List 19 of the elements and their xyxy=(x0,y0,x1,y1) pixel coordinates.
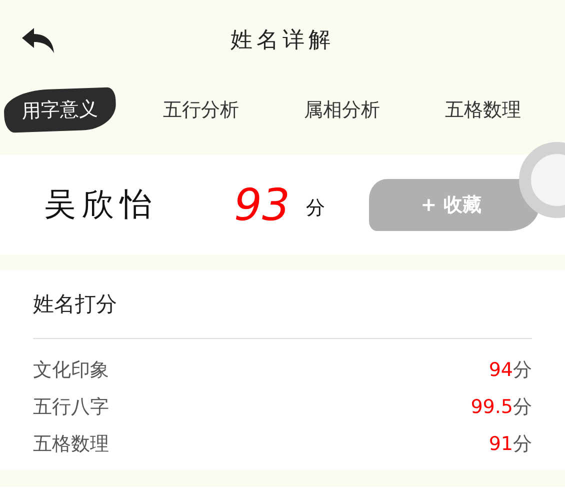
tab[interactable]: 五行分析 xyxy=(145,89,257,131)
score-value: 91 xyxy=(488,432,513,454)
tab[interactable]: 用字意义 xyxy=(3,87,117,133)
score-unit: 分 xyxy=(513,394,532,420)
score-label: 文化印象 xyxy=(33,358,110,382)
name-score: 93 xyxy=(234,180,290,230)
person-name: 吴欣怡 xyxy=(44,184,159,225)
tab[interactable]: 属相分析 xyxy=(286,89,398,131)
page-title: 姓名详解 xyxy=(230,27,334,55)
tab[interactable]: 五格数理 xyxy=(427,89,539,131)
score-value: 94 xyxy=(488,358,513,380)
score-unit: 分 xyxy=(513,358,532,382)
score-unit: 分 xyxy=(513,432,532,456)
score-unit: 分 xyxy=(306,196,325,221)
score-label: 五格数理 xyxy=(33,432,110,456)
score-value: 99.5 xyxy=(470,396,513,418)
card-title: 姓名打分 xyxy=(33,291,118,318)
back-arrow-icon xyxy=(20,26,56,54)
score-label: 五行八字 xyxy=(33,394,110,420)
